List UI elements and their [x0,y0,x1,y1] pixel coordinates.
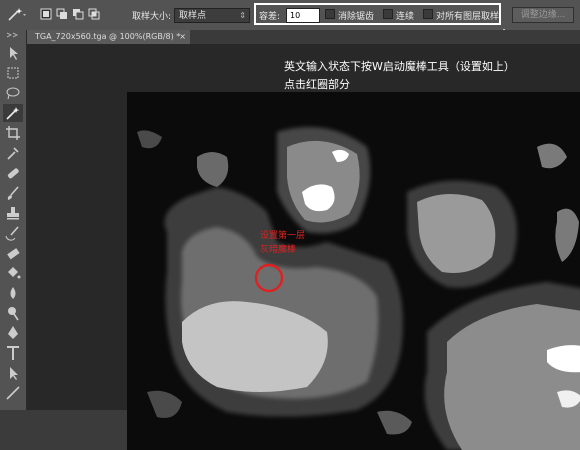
dodge-icon [8,307,19,321]
eraser-icon [7,248,20,260]
crop-icon [6,126,20,140]
magic-wand-icon [6,107,20,120]
antialias-checkbox[interactable] [325,9,335,19]
marquee-icon [7,67,19,79]
brush-icon [7,186,19,200]
contiguous-label: 连续 [396,12,415,22]
annotation-line-1: 英文输入状态下按W启动魔棒工具（设置如上） [284,60,515,73]
line-icon [6,386,20,400]
pen-tool[interactable] [3,324,23,342]
history-brush-tool[interactable] [3,224,23,242]
stamp-icon [7,207,19,220]
crop-tool[interactable] [3,124,23,142]
move-icon [10,47,18,60]
healing-brush-tool[interactable] [3,164,23,182]
new-selection-icon[interactable] [40,7,52,22]
magic-wand-tool[interactable] [3,104,23,122]
tools-panel [0,30,27,410]
paint-bucket-icon [8,267,21,279]
panel-collapse-icon[interactable] [6,32,20,38]
sample-all-layers-label: 对所有图层取样 [436,12,500,22]
sample-size-value: 取样点 [179,11,207,21]
contiguous-checkbox[interactable] [383,9,393,19]
blur-tool[interactable] [3,284,23,302]
pen-icon [8,326,18,339]
antialias-label: 消除锯齿 [338,12,375,22]
intersect-selection-icon[interactable] [88,7,100,22]
dodge-tool[interactable] [3,304,23,322]
close-icon[interactable]: × [179,30,186,44]
annotation-line-2: 点击红圈部分 [284,78,350,91]
path-selection-tool[interactable] [3,364,23,382]
document-tab-bar: TGA_720x560.tga @ 100%(RGB/8) * × [27,30,580,44]
line-tool[interactable] [3,384,23,402]
type-tool[interactable] [3,344,23,362]
subtract-selection-icon[interactable] [72,7,84,22]
brush-tool[interactable] [3,184,23,202]
droplet-icon [10,287,16,299]
lasso-tool[interactable] [3,84,23,102]
type-icon [7,346,19,360]
paint-bucket-tool[interactable] [3,264,23,282]
tolerance-input[interactable]: 10 [286,8,320,23]
sample-size-select[interactable]: 取样点 ⇕ [174,8,250,23]
workspace: 英文输入状态下按W启动魔棒工具（设置如上） 点击红圈部分 设置第一层 灰暗魔棒 [27,44,580,450]
eyedropper-tool[interactable] [3,144,23,162]
document-canvas[interactable] [127,92,580,450]
document-tab-title: TGA_720x560.tga @ 100%(RGB/8) * [35,32,181,41]
magic-wand-icon[interactable] [6,7,28,22]
red-annotation-line-1: 设置第一层 [260,231,306,241]
eraser-tool[interactable] [3,244,23,262]
sample-size-label: 取样大小: [132,12,172,22]
marquee-tool[interactable] [3,64,23,82]
eyedropper-icon [7,147,19,160]
document-tab[interactable]: TGA_720x560.tga @ 100%(RGB/8) * × [27,30,190,44]
refine-edge-button[interactable]: 调整边缘... [512,7,574,23]
clone-stamp-tool[interactable] [3,204,23,222]
arrow-icon [10,367,18,380]
red-annotation-line-2: 灰暗魔棒 [260,245,297,255]
sample-all-layers-checkbox[interactable] [423,9,433,19]
options-bar: 取样大小: 取样点 ⇕ 容差: 10 消除锯齿 连续 对所有图层取样 调整边缘.… [0,0,580,31]
bandage-icon [7,168,19,179]
add-selection-icon[interactable] [56,7,68,22]
tolerance-label: 容差: [259,12,281,22]
chevron-down-icon: ⇕ [239,11,246,20]
move-tool[interactable] [3,44,23,62]
history-brush-icon [5,226,19,241]
lasso-icon [6,87,20,100]
